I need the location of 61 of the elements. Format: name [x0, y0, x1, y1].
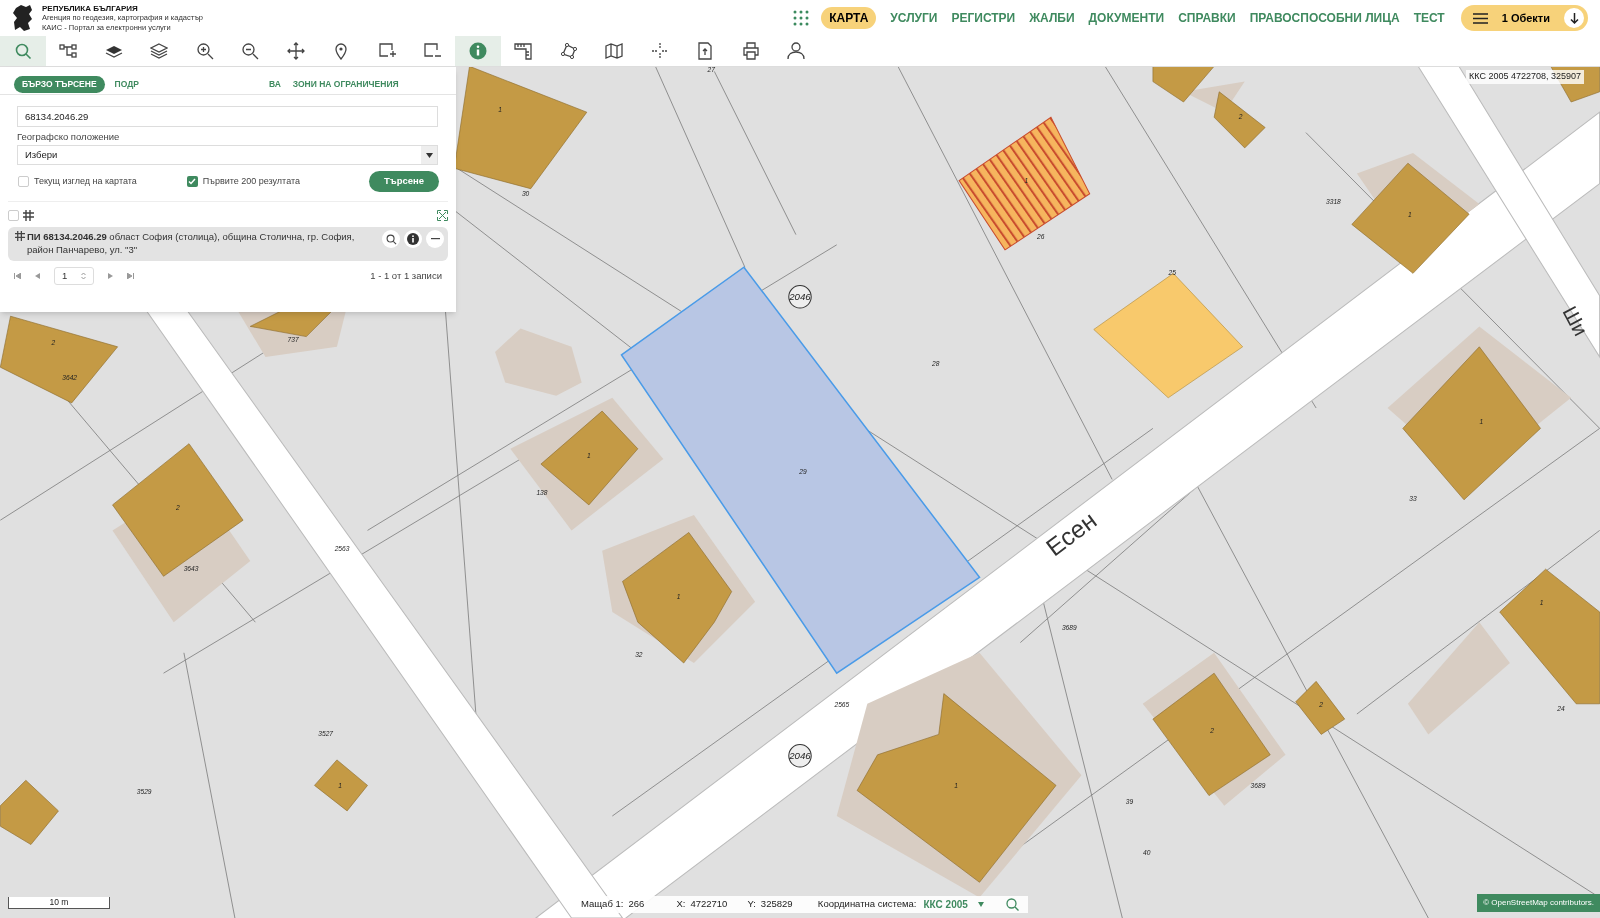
caret-down-icon [977, 902, 984, 907]
remove-icon[interactable] [426, 230, 444, 249]
checkbox-label: Текущ изглед на картата [34, 174, 137, 188]
info-icon[interactable] [404, 230, 422, 249]
apps-grid-icon[interactable] [793, 10, 810, 26]
search-field[interactable]: 68134.2046.29 [17, 106, 438, 127]
node-marker: 2046 [788, 744, 812, 768]
building [0, 780, 59, 845]
next-page-icon[interactable] [108, 273, 113, 280]
objects-button[interactable]: 1 Обекти [1460, 5, 1588, 31]
grid-icon [23, 209, 34, 221]
expand-icon[interactable] [437, 209, 448, 221]
nav-link[interactable]: СПРАВКИ [1178, 9, 1236, 27]
nav-link[interactable]: КАРТА [821, 7, 877, 29]
scale-label: Мащаб 1: [581, 897, 624, 912]
search-icon[interactable] [382, 230, 400, 249]
first-page-icon[interactable] [14, 273, 21, 280]
node-marker: 2046 [788, 285, 812, 309]
building [314, 759, 368, 812]
panel-tab[interactable]: ЗОНИ НА ОГРАНИЧЕНИЯ [290, 77, 401, 91]
crs-dropdown[interactable]: ККС 2005 [923, 897, 984, 912]
select-all-checkbox[interactable] [8, 209, 19, 221]
arrow-down-icon [1569, 12, 1579, 24]
crs-label: Координатна система: [817, 897, 917, 912]
records-count: 1 - 1 от 1 записи [370, 269, 442, 284]
panel-tab[interactable]: БЪРЗО ТЪРСЕНЕ [14, 75, 105, 93]
building [1295, 681, 1345, 735]
checkbox[interactable] [18, 175, 29, 187]
location-dropdown[interactable]: Избери [17, 145, 438, 166]
panel-tab[interactable]: ВА [266, 77, 283, 91]
x-value: 4722710 [690, 897, 729, 912]
result-text: ПИ 68134.2046.29 област София (столица), община Столична, гр. София, район Панчарево, ул. "3" [27, 230, 356, 257]
logo-title: РЕПУБЛИКА БЪЛГАРИЯ [42, 3, 139, 14]
nav-link[interactable]: УСЛУГИ [890, 9, 938, 27]
checkbox[interactable] [186, 175, 198, 187]
page-field[interactable]: 1 [54, 267, 94, 286]
y-label: Y: [747, 897, 756, 912]
nav-link[interactable]: ПРАВОСПОСОБНИ ЛИЦА [1249, 9, 1400, 27]
scale-bar: 10 m [8, 897, 110, 909]
x-label: X: [676, 897, 686, 912]
nav-link[interactable]: ТЕСТ [1413, 9, 1445, 27]
menu-icon [1472, 12, 1488, 24]
search-button[interactable]: Търсене [369, 170, 439, 192]
location-label: Географско положение [17, 130, 121, 144]
y-value: 325829 [760, 897, 794, 912]
grid-icon [15, 231, 25, 242]
previous-page-icon[interactable] [35, 273, 40, 280]
street-label: Ши [1558, 302, 1593, 340]
attribution-label: © OpenStreetMap contributors. [1477, 894, 1600, 912]
checkbox-label: Първите 200 резултата [202, 174, 300, 188]
search-icon[interactable] [1005, 898, 1019, 911]
caret-down-icon [425, 152, 433, 158]
coordinates-readout: ККС 2005 4722708, 325907 [1466, 70, 1584, 84]
nav-link[interactable]: ЖАЛБИ [1029, 9, 1075, 27]
nav-link[interactable]: ДОКУМЕНТИ [1088, 9, 1165, 27]
last-page-icon[interactable] [127, 273, 134, 280]
nav-link[interactable]: РЕГИСТРИ [951, 9, 1016, 27]
panel-tab[interactable]: ПОДР [112, 77, 141, 91]
result-item[interactable]: ПИ 68134.2046.29 област София (столица), община Столична, гр. София, район Панчарево, ул. "3" [8, 227, 448, 262]
scale-value: 266 [628, 897, 646, 912]
stepper-icon [81, 272, 86, 281]
